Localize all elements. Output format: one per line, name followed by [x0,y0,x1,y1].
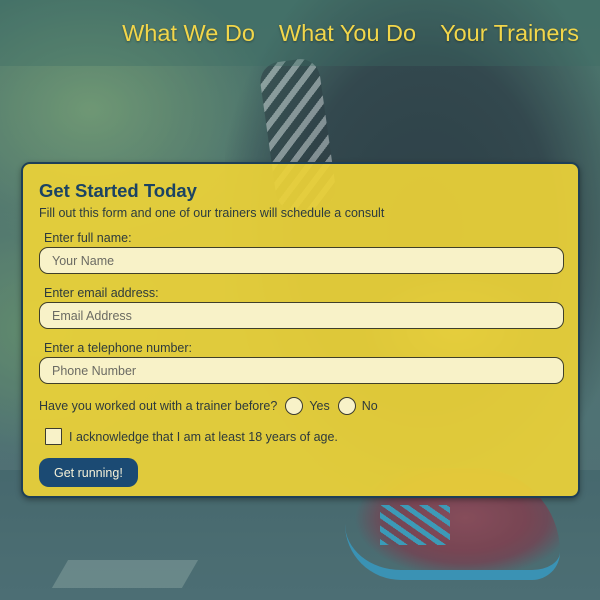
form-title: Get Started Today [39,180,197,201]
nav-link-your-trainers[interactable]: Your Trainers [440,20,579,47]
trainer-question-label: Have you worked out with a trainer befor… [39,399,278,413]
nav-link-what-you-do[interactable]: What You Do [279,20,416,47]
age-acknowledgement-label: I acknowledge that I am at least 18 year… [69,429,338,444]
form-subtitle: Fill out this form and one of our traine… [39,206,385,220]
full-name-label: Enter full name: [44,231,132,245]
email-field-group: Enter email address: [39,286,564,329]
age-acknowledgement-row: I acknowledge that I am at least 18 year… [45,428,562,445]
phone-input[interactable] [39,357,564,384]
radio-option-yes[interactable]: Yes [285,397,330,415]
top-navigation: What We Do What You Do Your Trainers [0,0,600,66]
phone-label: Enter a telephone number: [44,341,193,355]
nav-link-what-we-do[interactable]: What We Do [122,20,255,47]
full-name-field-group: Enter full name: [39,231,564,274]
trainer-question-row: Have you worked out with a trainer befor… [39,396,562,416]
phone-field-group: Enter a telephone number: [39,341,564,384]
email-input[interactable] [39,302,564,329]
full-name-input[interactable] [39,247,564,274]
radio-yes[interactable] [285,397,304,415]
get-running-button[interactable]: Get running! [39,458,138,487]
radio-no-label: No [361,399,378,413]
email-label: Enter email address: [44,286,159,300]
age-acknowledgement-checkbox[interactable] [45,428,62,445]
signup-form-card: Get Started Today Fill out this form and… [21,162,580,498]
radio-yes-label: Yes [309,399,330,413]
radio-option-no[interactable]: No [337,397,378,415]
radio-no[interactable] [337,397,356,415]
